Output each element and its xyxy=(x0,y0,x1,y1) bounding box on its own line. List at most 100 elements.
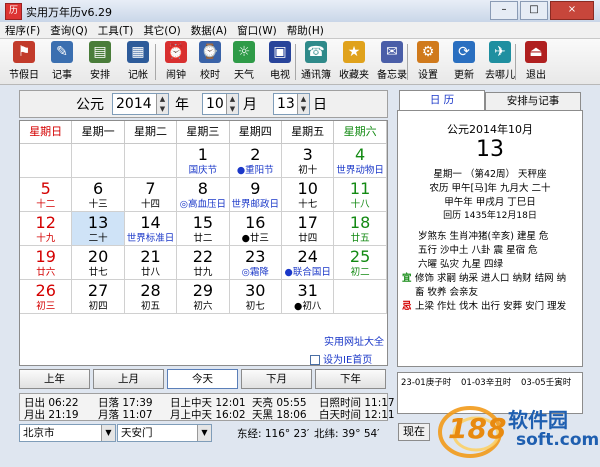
day-cell[interactable]: 15 廿二 xyxy=(177,212,230,246)
day-cell[interactable]: 17 廿四 xyxy=(282,212,335,246)
day-lunar-label: 初十 xyxy=(298,165,318,176)
day-cell[interactable]: 7 十四 xyxy=(124,178,178,212)
day-number: 29 xyxy=(192,281,214,300)
day-lunar-label: 世界邮政日 xyxy=(231,199,280,210)
toolbar-button-star[interactable]: ★ 收藏夹 xyxy=(336,41,372,81)
today-button[interactable]: 今天 xyxy=(167,369,238,389)
toolbar-button-alarm-clock[interactable]: ⏰ 闹钟 xyxy=(158,41,194,81)
city-select[interactable]: 北京市 ▼ xyxy=(19,424,116,442)
menu-data[interactable]: 数据(A) xyxy=(186,22,232,38)
maximize-button[interactable]: □ xyxy=(520,1,548,20)
empty-cell xyxy=(20,144,73,178)
weekday-header: 星期五 xyxy=(282,121,335,144)
prev-year-button[interactable]: 上年 xyxy=(19,369,90,389)
day-number: 3 xyxy=(302,145,313,164)
day-cell[interactable]: 8 ◎高血压日 xyxy=(177,178,230,212)
tv-icon: ▣ xyxy=(269,41,291,63)
star-icon: ★ xyxy=(343,41,365,63)
day-cell[interactable]: 21 廿八 xyxy=(124,246,178,280)
day-number: 31 xyxy=(297,281,318,300)
day-cell[interactable]: 4 世界动物日 xyxy=(334,144,387,178)
day-cell[interactable]: 24 ●联合国日 xyxy=(282,246,335,280)
prev-month-button[interactable]: 上月 xyxy=(93,369,164,389)
day-cell[interactable]: 29 初六 xyxy=(177,280,230,314)
toolbar-button-exit[interactable]: ⏏ 退出 xyxy=(518,41,554,81)
day-cell[interactable]: 28 初五 xyxy=(124,280,178,314)
menu-other[interactable]: 其它(O) xyxy=(138,22,185,38)
menu-program[interactable]: 程序(F) xyxy=(0,22,45,38)
day-cell[interactable]: 3 初十 xyxy=(282,144,335,178)
day-lunar-label: 初五 xyxy=(140,301,160,312)
minimize-button[interactable]: – xyxy=(490,1,518,20)
month-spinner[interactable]: 10 ▲ ▼ xyxy=(202,93,239,115)
day-cell[interactable]: 20 廿七 xyxy=(72,246,125,280)
day-cell[interactable]: 25 初二 xyxy=(334,246,387,280)
toolbar-button-ledger[interactable]: ▦ 记帐 xyxy=(120,41,156,81)
toolbar-label: 节假日 xyxy=(9,70,39,81)
toolbar-button-update[interactable]: ⟳ 更新 xyxy=(446,41,482,81)
menu-tools[interactable]: 工具(T) xyxy=(93,22,139,38)
day-number: 11 xyxy=(349,179,371,198)
day-cell[interactable]: 1 国庆节 xyxy=(177,144,230,178)
toolbar-button-phone-book[interactable]: ☎ 通讯簿 xyxy=(298,41,334,81)
next-month-button[interactable]: 下月 xyxy=(241,369,312,389)
ji-label: 忌 xyxy=(402,301,412,312)
toolbar-button-weather[interactable]: ☼ 天气 xyxy=(226,41,262,81)
menu-help[interactable]: 帮助(H) xyxy=(282,22,329,38)
ie-homepage-label: 设为IE首页 xyxy=(323,355,373,366)
website-link[interactable]: 实用网址大全 xyxy=(310,333,384,348)
toolbar-button-pen[interactable]: ✎ 记事 xyxy=(44,41,80,81)
year-spinner[interactable]: 2014 ▲ ▼ xyxy=(112,93,169,115)
menu-query[interactable]: 查询(Q) xyxy=(45,22,92,38)
day-cell[interactable]: 18 廿五 xyxy=(334,212,387,246)
day-cell[interactable]: 11 十八 xyxy=(334,178,387,212)
day-cell[interactable]: 27 初四 xyxy=(72,280,125,314)
toolbar-button-schedule[interactable]: ▤ 安排 xyxy=(82,41,118,81)
day-cell[interactable]: 14 世界标准日 xyxy=(124,212,178,246)
next-year-button[interactable]: 下年 xyxy=(315,369,386,389)
day-number: 20 xyxy=(87,247,109,266)
detail-week: 星期一 （第42周） 天秤座 xyxy=(433,169,547,180)
phone-book-icon: ☎ xyxy=(305,41,327,63)
toolbar-button-settings[interactable]: ⚙ 设置 xyxy=(410,41,446,81)
toolbar-button-tv[interactable]: ▣ 电视 xyxy=(262,41,298,81)
day-cell[interactable]: 22 廿九 xyxy=(177,246,230,280)
tab-calendar[interactable]: 日 历 xyxy=(399,90,485,111)
day-cell[interactable]: 12 十九 xyxy=(20,212,73,246)
toolbar-button-qunar[interactable]: ✈ 去哪儿 xyxy=(482,41,518,81)
dropdown-arrow-icon: ▼ xyxy=(101,425,115,441)
day-cell[interactable]: 2 ●重阳节 xyxy=(229,144,282,178)
watermark-logo: 188 软件园 soft.com xyxy=(430,392,600,464)
day-cell[interactable]: 26 初三 xyxy=(20,280,73,314)
day-cell[interactable]: 19 廿六 xyxy=(20,246,73,280)
close-button[interactable]: × xyxy=(550,1,594,20)
yi-label: 宜 xyxy=(402,273,412,284)
day-spinner[interactable]: 13 ▲ ▼ xyxy=(273,93,310,115)
day-cell[interactable]: 6 十三 xyxy=(72,178,125,212)
toolbar-button-memo[interactable]: ✉ 备忘录 xyxy=(374,41,410,81)
menu-window[interactable]: 窗口(W) xyxy=(232,22,282,38)
day-cell[interactable]: 13 二十 xyxy=(72,212,125,246)
toolbar-button-flag[interactable]: ⚑ 节假日 xyxy=(6,41,42,81)
now-button[interactable]: 现在 xyxy=(398,423,430,441)
toolbar-label: 闹钟 xyxy=(166,70,186,81)
window-controls: – □ × xyxy=(490,1,594,20)
ie-homepage-checkbox[interactable] xyxy=(310,355,320,365)
weekday-header: 星期三 xyxy=(177,121,230,144)
day-cell[interactable]: 16 ●廿三 xyxy=(229,212,282,246)
day-lunar-label: 世界动物日 xyxy=(336,165,384,176)
day-cell[interactable]: 5 十二 xyxy=(20,178,73,212)
day-detail: 公元2014年10月 13 星期一 （第42周） 天秤座 农历 甲午[马]年 九… xyxy=(397,110,583,367)
day-cell[interactable]: 31 ●初八 xyxy=(282,280,335,314)
pen-icon: ✎ xyxy=(51,41,73,63)
day-cell[interactable]: 9 世界邮政日 xyxy=(229,178,282,212)
day-cell[interactable]: 23 ◎霜降 xyxy=(229,246,282,280)
day-cell[interactable]: 30 初七 xyxy=(229,280,282,314)
weather-icon: ☼ xyxy=(233,41,255,63)
day-lunar-label: ●联合国日 xyxy=(284,267,331,278)
moonset: 月落 11:07 xyxy=(98,409,153,421)
day-cell[interactable]: 10 十七 xyxy=(282,178,335,212)
district-select[interactable]: 天安门 ▼ xyxy=(117,424,212,442)
tab-schedule[interactable]: 安排与记事 xyxy=(485,92,581,111)
toolbar-button-computer[interactable]: ⌚ 校时 xyxy=(192,41,228,81)
